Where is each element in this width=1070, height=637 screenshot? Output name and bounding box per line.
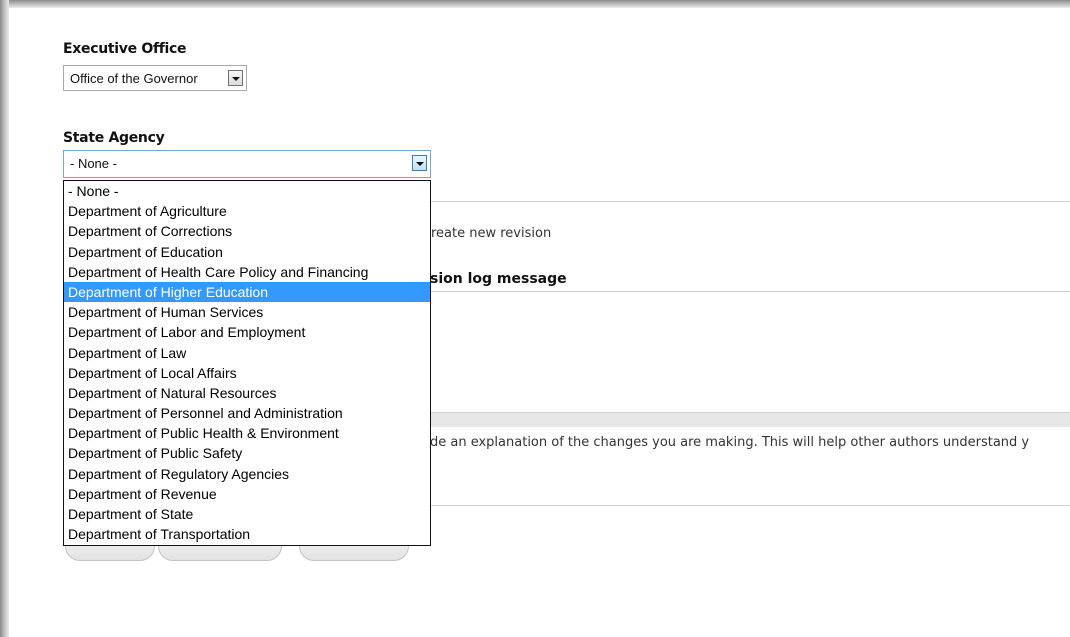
- state-agency-select[interactable]: - None -: [63, 150, 431, 178]
- window-frame-left: [0, 0, 9, 637]
- revision-log-description: de an explanation of the changes you are…: [430, 435, 1030, 450]
- dropdown-option[interactable]: Department of Personnel and Administrati…: [64, 403, 430, 423]
- executive-office-value: Office of the Governor: [70, 71, 198, 86]
- dropdown-option[interactable]: Department of Public Health & Environmen…: [64, 423, 430, 443]
- state-agency-value: - None -: [70, 156, 117, 171]
- dropdown-option[interactable]: - None -: [64, 181, 430, 201]
- state-agency-label: State Agency: [63, 130, 165, 146]
- dropdown-option[interactable]: Department of Law: [64, 343, 430, 363]
- dropdown-option[interactable]: Department of Agriculture: [64, 201, 430, 221]
- dropdown-option[interactable]: Department of State: [64, 504, 430, 524]
- section-divider: [430, 201, 1070, 202]
- revision-log-label: sion log message: [430, 271, 567, 287]
- dropdown-option[interactable]: Department of Higher Education: [64, 281, 430, 303]
- dropdown-option[interactable]: Department of Health Care Policy and Fin…: [64, 262, 430, 282]
- dropdown-option[interactable]: Department of Regulatory Agencies: [64, 464, 430, 484]
- state-agency-dropdown-list[interactable]: - None - Department of Agriculture Departm…: [63, 180, 431, 546]
- section-divider: [430, 505, 1070, 506]
- chevron-down-icon[interactable]: [412, 155, 427, 171]
- dropdown-option[interactable]: Department of Education: [64, 242, 430, 262]
- executive-office-select[interactable]: Office of the Governor: [63, 65, 247, 91]
- dropdown-option[interactable]: Department of Natural Resources: [64, 383, 430, 403]
- window-frame-top: [0, 0, 1070, 8]
- chevron-down-icon[interactable]: [228, 70, 243, 86]
- dropdown-option[interactable]: Department of Transportation: [64, 524, 430, 544]
- textarea-resize-grip[interactable]: [430, 412, 1070, 427]
- revision-log-textarea-top[interactable]: [430, 291, 1070, 292]
- executive-office-label: Executive Office: [63, 41, 187, 57]
- dropdown-option[interactable]: Department of Public Safety: [64, 443, 430, 463]
- dropdown-option[interactable]: Department of Local Affairs: [64, 363, 430, 383]
- dropdown-option[interactable]: Department of Revenue: [64, 484, 430, 504]
- create-revision-label[interactable]: reate new revision: [431, 226, 551, 241]
- dropdown-option[interactable]: Department of Corrections: [64, 221, 430, 241]
- dropdown-option[interactable]: Department of Labor and Employment: [64, 322, 430, 342]
- dropdown-option[interactable]: Department of Human Services: [64, 302, 430, 322]
